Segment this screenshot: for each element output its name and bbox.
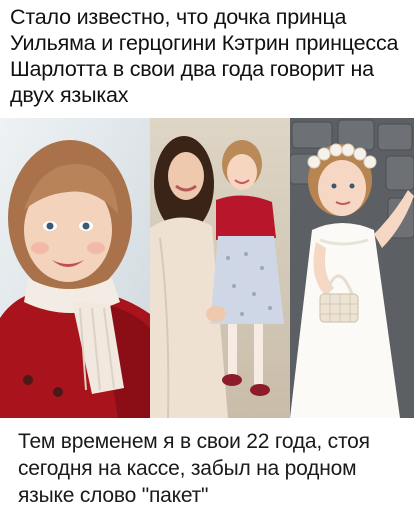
- top-caption: Стало известно, что дочка принца Уильяма…: [10, 5, 399, 107]
- photo-collage: [0, 118, 414, 418]
- bottom-caption: Тем временем я в свои 22 года, стоя сего…: [18, 430, 370, 507]
- photo-girl-with-basket: [290, 118, 414, 418]
- photo-mother-and-daughter: [150, 118, 290, 418]
- photo-girl-portrait: [0, 118, 150, 418]
